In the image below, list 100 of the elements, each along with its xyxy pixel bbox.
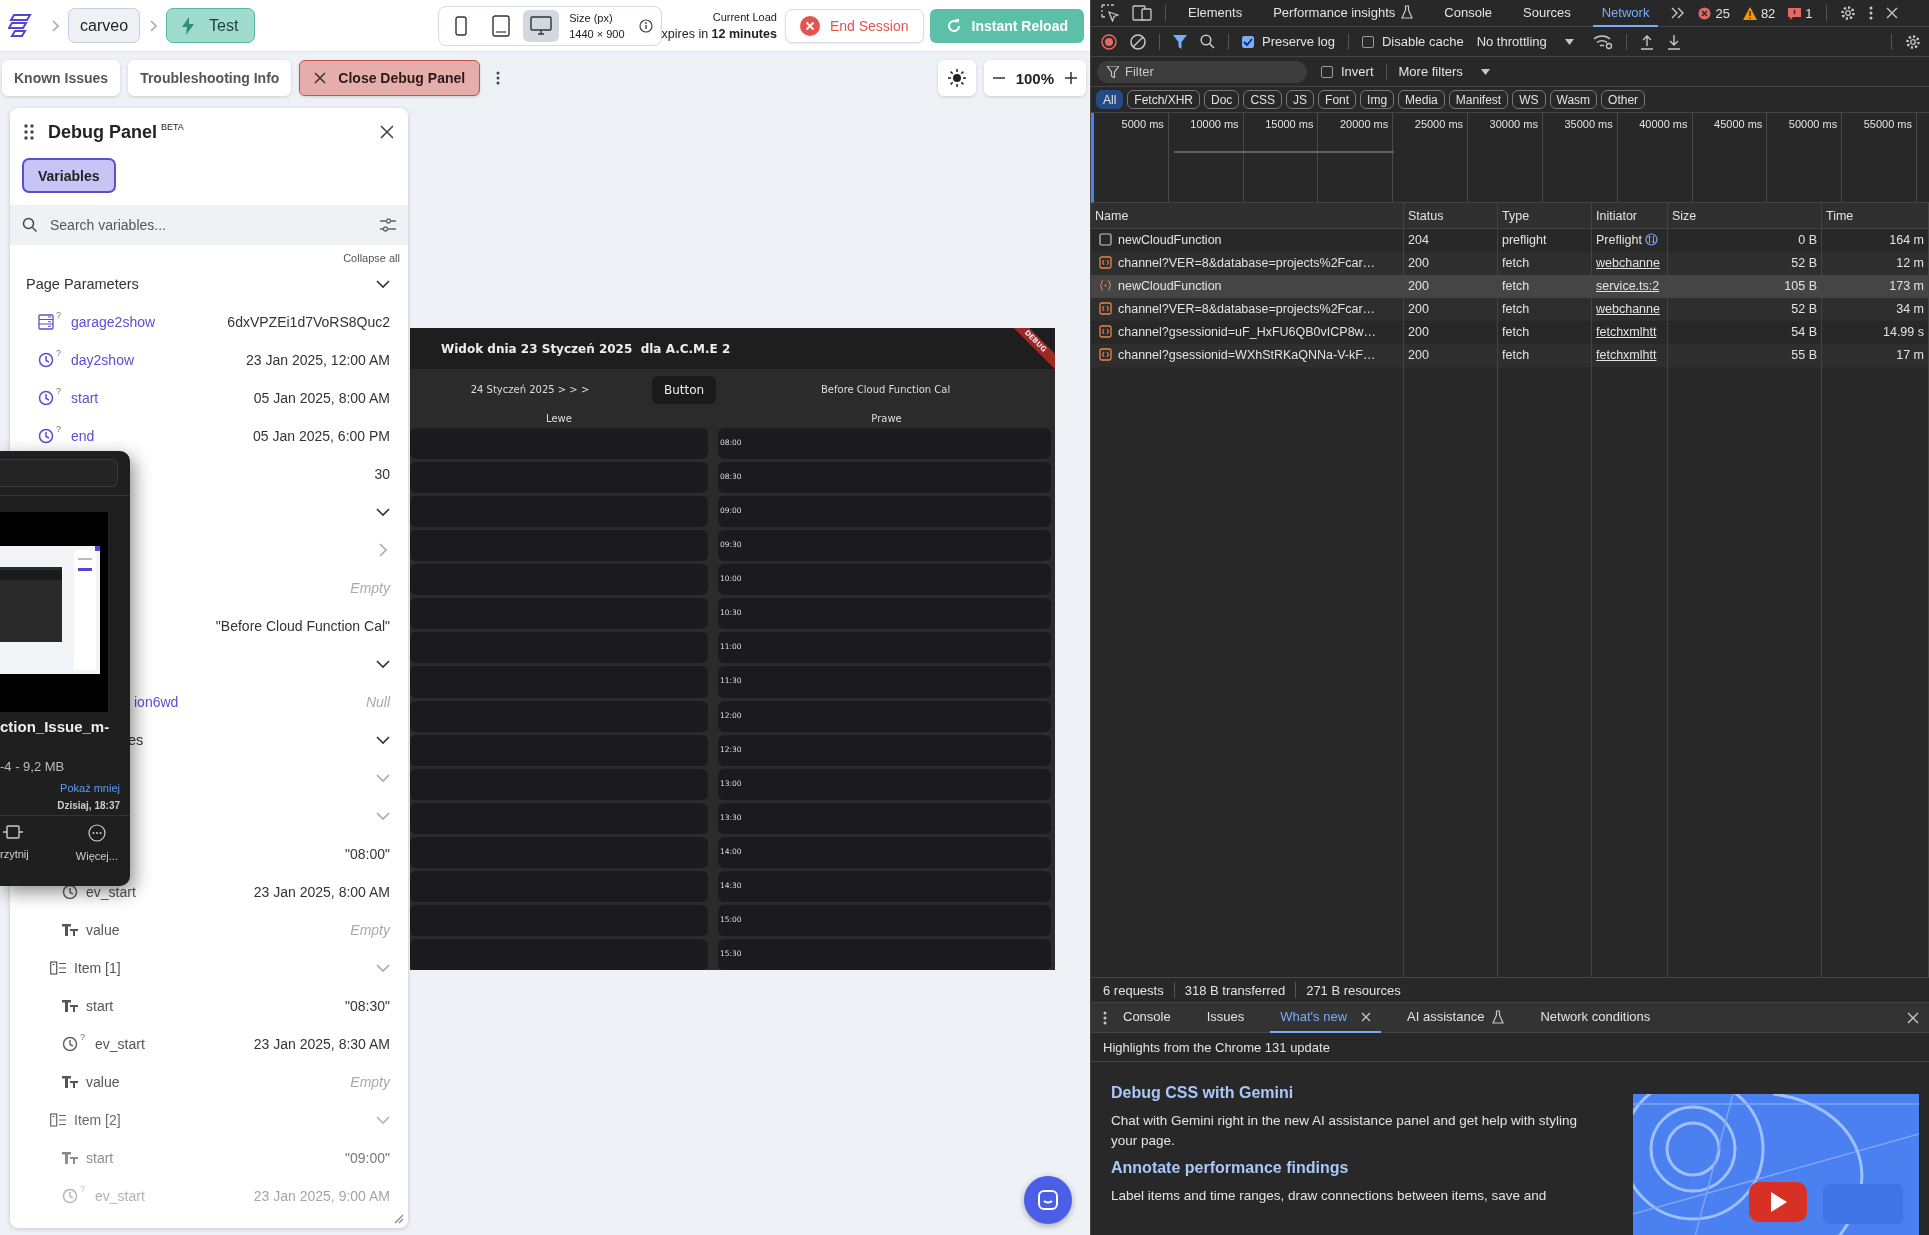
slot-cell[interactable] <box>410 598 708 630</box>
initiator-link[interactable]: webchanne <box>1596 256 1660 270</box>
filter-field[interactable]: Filter <box>1097 60 1307 83</box>
resize-handle-icon[interactable] <box>394 1214 404 1224</box>
type-filter-chip[interactable]: Other <box>1601 90 1646 109</box>
show-less-link[interactable]: Pokaż mniej <box>60 782 120 794</box>
slot-cell[interactable] <box>410 700 708 732</box>
request-row[interactable]: channel?gsessionid=WXhStRKaQNNa-V-kF… 200 fetch fetchxmlhtt 55 B 17 m <box>1091 344 1929 367</box>
end-session-button[interactable]: End Session <box>784 8 924 43</box>
type-filter-chip[interactable]: Manifest <box>1448 90 1509 109</box>
breadcrumb-button[interactable]: carveo <box>68 8 141 43</box>
type-filter-chip[interactable]: Fetch/XHR <box>1127 90 1201 109</box>
slot-cell[interactable] <box>410 734 708 766</box>
type-filter-chip[interactable]: JS <box>1286 90 1315 109</box>
request-row[interactable]: channel?VER=8&database=projects%2Fcar… 200 fetch webchanne 52 B 12 m <box>1091 252 1929 275</box>
devtools-tab[interactable]: Network <box>1592 0 1659 27</box>
throttling-dropdown[interactable]: No throttling <box>1476 34 1574 49</box>
filter-icon[interactable] <box>1173 34 1187 49</box>
more-tabs-icon[interactable] <box>1671 7 1686 19</box>
filter-icon[interactable] <box>380 218 396 232</box>
inspect-icon[interactable] <box>1101 4 1119 22</box>
slot-cell[interactable] <box>410 632 708 664</box>
drawer-tab[interactable]: AI assistance <box>1397 1002 1515 1033</box>
variables-tab[interactable]: Variables <box>22 158 116 193</box>
more-icon[interactable] <box>1103 1010 1107 1025</box>
request-row[interactable]: newCloudFunction 200 fetch service.ts:2 105 B 173 m <box>1091 275 1929 298</box>
slot-cell[interactable] <box>410 564 708 596</box>
devtools-tab[interactable]: Elements <box>1179 0 1252 27</box>
request-row[interactable]: channel?VER=8&database=projects%2Fcar… 200 fetch webchanne 52 B 34 m <box>1091 298 1929 321</box>
next-day-link[interactable]: 24 Styczeń 2025 > > > <box>410 384 650 395</box>
action-button[interactable]: Więcej... <box>75 824 118 862</box>
slot-cell[interactable] <box>410 904 708 936</box>
slot-cell[interactable] <box>410 530 708 562</box>
slot-cell[interactable] <box>410 938 708 970</box>
download-icon[interactable] <box>1666 33 1681 50</box>
preserve-log-checkbox[interactable]: Preserve log <box>1242 34 1335 49</box>
article-link[interactable]: Debug CSS with Gemini <box>1111 1084 1294 1102</box>
type-filter-chip[interactable]: CSS <box>1243 90 1283 109</box>
column-header[interactable]: Status <box>1404 203 1498 228</box>
type-filter-chip[interactable]: Doc <box>1204 90 1240 109</box>
more-icon[interactable] <box>496 71 501 85</box>
drawer-tab[interactable]: Network conditions <box>1530 1002 1661 1033</box>
drawer-tab[interactable]: What's new <box>1270 1002 1382 1033</box>
issue-count[interactable]: 1 <box>1805 5 1813 21</box>
devtools-tab[interactable]: Console <box>1435 0 1502 27</box>
disable-cache-checkbox[interactable]: Disable cache <box>1362 34 1464 49</box>
chat-button[interactable] <box>1024 1176 1072 1224</box>
device-toolbar-icon[interactable] <box>1132 5 1152 21</box>
initiator-link[interactable]: fetchxmlhtt <box>1596 348 1657 362</box>
slot-cell[interactable] <box>410 768 708 800</box>
article-link[interactable]: Annotate performance findings <box>1111 1159 1349 1177</box>
column-header[interactable]: Initiator <box>1592 203 1668 228</box>
action-button[interactable]: rzytnij <box>0 824 29 862</box>
close-panel-button[interactable]: Close Debug Panel <box>299 60 481 96</box>
upload-icon[interactable] <box>1639 33 1654 50</box>
slot-cell[interactable] <box>410 462 708 494</box>
toolbar-button[interactable]: Troubleshooting Info <box>128 60 292 96</box>
search-icon[interactable] <box>1200 34 1215 49</box>
initiator-link[interactable]: fetchxmlhtt <box>1596 325 1657 339</box>
drag-handle-icon[interactable] <box>24 124 34 140</box>
initiator-link[interactable]: webchanne <box>1596 302 1660 316</box>
slot-cell[interactable] <box>410 836 708 868</box>
type-filter-chip[interactable]: WS <box>1512 90 1546 109</box>
drawer-tab[interactable]: Issues <box>1196 1002 1255 1033</box>
desktop-view-button[interactable] <box>523 9 560 42</box>
drawer-tab[interactable]: Console <box>1113 1002 1181 1033</box>
breadcrumb-button[interactable]: Test <box>166 8 256 43</box>
slot-cell[interactable] <box>410 802 708 834</box>
devtools-tab[interactable]: Sources <box>1514 0 1580 27</box>
plus-icon[interactable] <box>1064 71 1078 85</box>
transfer-icon[interactable] <box>1644 233 1658 246</box>
type-filter-chip[interactable]: Wasm <box>1549 90 1598 109</box>
text-field[interactable] <box>0 459 118 487</box>
toolbar-button[interactable]: Known Issues <box>2 60 121 96</box>
type-filter-chip[interactable]: Img <box>1360 90 1395 109</box>
settings-icon[interactable] <box>1839 5 1856 21</box>
theme-button[interactable] <box>937 60 976 96</box>
clear-icon[interactable] <box>1130 33 1146 50</box>
settings-icon[interactable] <box>1905 33 1921 50</box>
slot-cell[interactable] <box>410 870 708 902</box>
slot-cell[interactable] <box>410 428 708 460</box>
info-icon[interactable] <box>638 18 653 33</box>
slot-cell[interactable] <box>410 666 708 698</box>
app-button[interactable]: Button <box>652 375 717 404</box>
invert-checkbox[interactable]: Invert <box>1321 64 1374 79</box>
close-icon[interactable] <box>380 125 394 139</box>
network-conditions-icon[interactable] <box>1592 33 1613 50</box>
chevron-icon[interactable] <box>376 505 390 519</box>
type-filter-chip[interactable]: Font <box>1318 90 1357 109</box>
warning-count[interactable]: 82 <box>1760 5 1776 21</box>
chevron-icon[interactable] <box>376 733 390 747</box>
more-icon[interactable] <box>1868 6 1873 20</box>
column-header[interactable]: Type <box>1498 203 1592 228</box>
record-icon[interactable] <box>1101 33 1117 50</box>
chevron-icon[interactable] <box>376 277 390 291</box>
column-header[interactable]: Name <box>1091 203 1404 228</box>
column-header[interactable]: Time <box>1822 203 1929 228</box>
search-field[interactable]: Search variables... <box>10 205 408 245</box>
type-filter-chip[interactable]: All <box>1096 90 1124 109</box>
collapse-all-link[interactable]: Collapse all <box>343 251 400 265</box>
